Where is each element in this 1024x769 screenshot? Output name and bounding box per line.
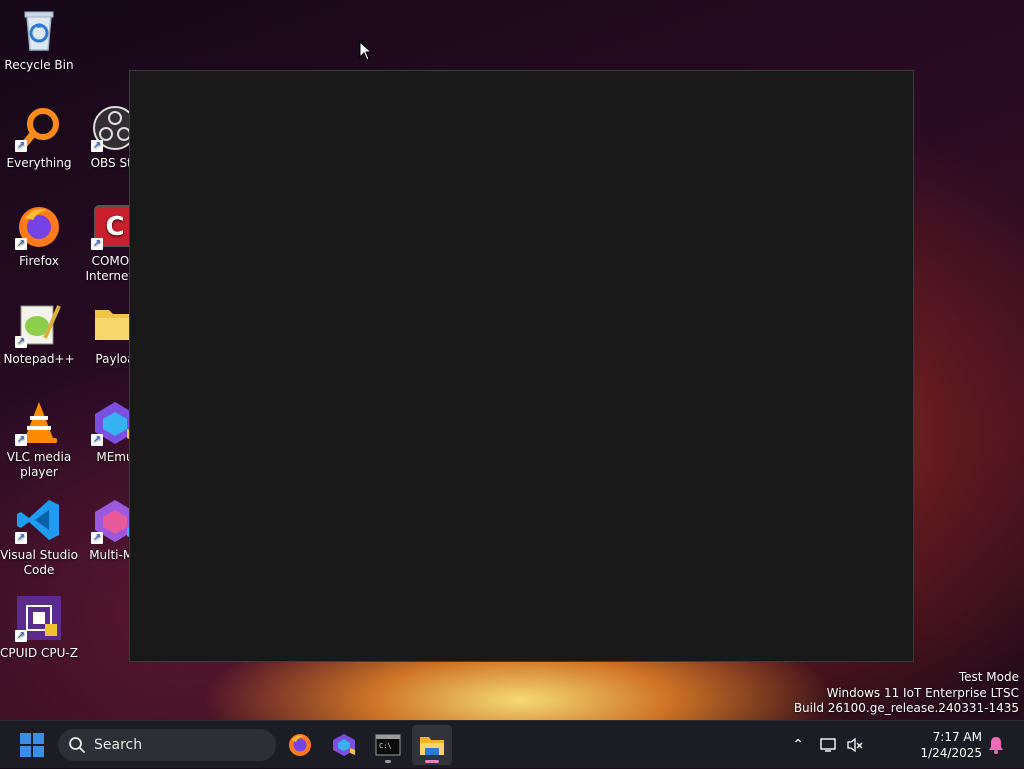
system-tray: ⌃ (792, 721, 864, 769)
watermark-line-2: Windows 11 IoT Enterprise LTSC (826, 685, 1019, 700)
desktop-icon-label: Recycle Bin (4, 58, 74, 72)
taskbar-firefox-button[interactable] (280, 725, 320, 765)
shortcut-arrow-icon: ↗ (15, 434, 27, 446)
mouse-pointer-icon (359, 41, 373, 61)
running-indicator (385, 760, 391, 763)
taskbar-search-box[interactable]: Search (58, 729, 276, 761)
desktop-icon-recycle-bin[interactable]: Recycle Bin (0, 6, 78, 73)
shortcut-arrow-icon: ↗ (91, 532, 103, 544)
desktop-icon-label: Firefox (19, 254, 59, 268)
search-icon (69, 737, 85, 753)
shortcut-arrow-icon: ↗ (15, 532, 27, 544)
everything-icon: ↗ (15, 104, 63, 152)
terminal-icon: C:\ (375, 734, 401, 756)
svg-text:C:\: C:\ (379, 742, 392, 750)
network-icon[interactable] (820, 737, 838, 753)
taskbar-terminal-button[interactable]: C:\ (368, 725, 408, 765)
desktop-icon-everything[interactable]: ↗ Everything (0, 104, 78, 171)
firefox-icon (289, 734, 311, 756)
memu-icon (333, 734, 355, 756)
blank-app-window[interactable] (129, 70, 914, 662)
desktop-icon-vscode[interactable]: ↗ Visual Studio Code (0, 496, 78, 578)
chevron-up-icon[interactable]: ⌃ (792, 737, 804, 753)
shortcut-arrow-icon: ↗ (15, 630, 27, 642)
active-indicator (425, 760, 439, 763)
clock-time: 7:17 AM (932, 730, 982, 744)
cpuz-icon: ↗ (15, 594, 63, 642)
notepad-plus-plus-icon: ↗ (15, 300, 63, 348)
shortcut-arrow-icon: ↗ (15, 140, 27, 152)
watermark-line-1: Test Mode (958, 670, 1019, 684)
taskbar-memu-button[interactable] (324, 725, 364, 765)
search-placeholder: Search (94, 737, 143, 753)
svg-text:C: C (105, 212, 124, 242)
volume-muted-icon[interactable] (846, 737, 864, 753)
taskbar-clock[interactable]: 7:17 AM 1/24/2025 (920, 729, 982, 761)
desktop-icon-label: Everything (6, 156, 72, 170)
desktop-icon-vlc[interactable]: ↗ VLC media player (0, 398, 78, 480)
test-mode-watermark: Test Mode Windows 11 IoT Enterprise LTSC… (794, 670, 1019, 717)
bell-icon (989, 737, 1003, 754)
shortcut-arrow-icon: ↗ (91, 238, 103, 250)
clock-date: 1/24/2025 (920, 746, 982, 760)
notifications-button[interactable] (982, 725, 1010, 765)
taskbar: Search C:\ ⌃ 7:17 AM 1/24/2025 (0, 720, 1024, 768)
shortcut-arrow-icon: ↗ (91, 140, 103, 152)
file-explorer-icon (420, 737, 444, 755)
firefox-icon: ↗ (15, 202, 63, 250)
shortcut-arrow-icon: ↗ (15, 238, 27, 250)
desktop-icon-firefox[interactable]: ↗ Firefox (0, 202, 78, 269)
desktop-icon-label: Notepad++ (3, 352, 75, 366)
windows-logo-icon (20, 733, 44, 757)
watermark-line-3: Build 26100.ge_release.240331-1435 (793, 701, 1019, 715)
desktop-icon-cpuz[interactable]: ↗ CPUID CPU-Z (0, 594, 78, 661)
recycle-bin-icon (15, 6, 63, 54)
desktop-icon-label: CPUID CPU-Z (0, 646, 78, 660)
start-button[interactable] (12, 725, 52, 765)
desktop-icon-label: VLC media player (6, 450, 72, 479)
vlc-cone-icon: ↗ (15, 398, 63, 446)
taskbar-file-explorer-button[interactable] (412, 725, 452, 765)
desktop-icon-notepad-plus-plus[interactable]: ↗ Notepad++ (0, 300, 78, 367)
desktop-icon-label: Visual Studio Code (0, 548, 78, 577)
shortcut-arrow-icon: ↗ (91, 434, 103, 446)
shortcut-arrow-icon: ↗ (15, 336, 27, 348)
vscode-icon: ↗ (15, 496, 63, 544)
